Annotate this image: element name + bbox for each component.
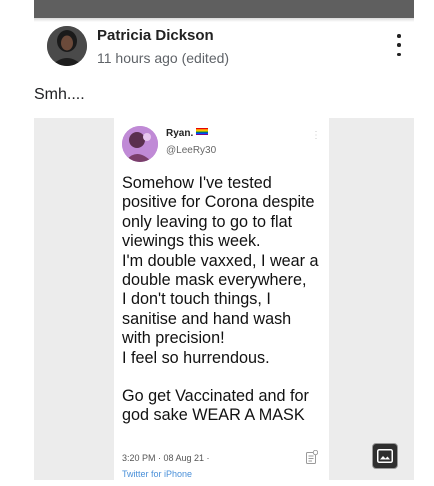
tweet-line: I'm double vaxxed, I wear a (122, 251, 319, 270)
top-bar (34, 0, 414, 18)
post-header: Patricia Dickson 11 hours ago (edited) (47, 26, 414, 70)
tweet-line: Go get Vaccinated and for (122, 387, 309, 406)
tweet-line: positive for Corona despite (122, 193, 315, 212)
tweet-analytics-icon (306, 450, 318, 464)
rainbow-flag-icon (196, 128, 209, 135)
tweet-line: viewings this week. (122, 232, 261, 251)
tweet-line: Somehow I've tested (122, 174, 272, 192)
tweet-more-icon: ⋮ (311, 130, 321, 141)
tweet-avatar (122, 126, 158, 162)
tweet-author-name: Ryan. (166, 128, 209, 139)
more-vert-icon[interactable] (394, 34, 404, 56)
tweet-line: only leaving to go to flat (122, 212, 293, 231)
tweet-source: Twitter for iPhone (122, 469, 193, 479)
post-image[interactable]: Ryan. @LeeRy30 ⋮ Somehow I've tested pos… (34, 118, 414, 480)
tweet-line-gap (122, 368, 327, 387)
tweet-meta: 3:20 PM · 08 Aug 21 · (122, 453, 210, 463)
post-timestamp: 11 hours ago (edited) (97, 50, 230, 66)
top-bar-shadow (34, 18, 414, 22)
avatar[interactable] (47, 26, 87, 66)
avatar-photo-icon (47, 26, 87, 66)
tweet-avatar-photo-icon (122, 126, 158, 162)
tweet-line: I feel so hurrendous. (122, 348, 270, 367)
view-image-button[interactable] (372, 443, 398, 469)
tweet-line: god sake WEAR A MASK (122, 406, 305, 425)
tweet-line: I don't touch things, I (122, 290, 271, 309)
post-text: Smh.... (34, 86, 85, 103)
post-author[interactable]: Patricia Dickson (97, 27, 214, 44)
image-icon (377, 449, 393, 463)
tweet-handle: @LeeRy30 (166, 145, 217, 156)
tweet-screenshot: Ryan. @LeeRy30 ⋮ Somehow I've tested pos… (114, 118, 329, 480)
tweet-body: Somehow I've tested positive for Corona … (122, 174, 327, 426)
tweet-line: double mask everywhere, (122, 271, 307, 290)
tweet-line: with precision! (122, 329, 225, 348)
tweet-line: sanitise and hand wash (122, 309, 292, 328)
